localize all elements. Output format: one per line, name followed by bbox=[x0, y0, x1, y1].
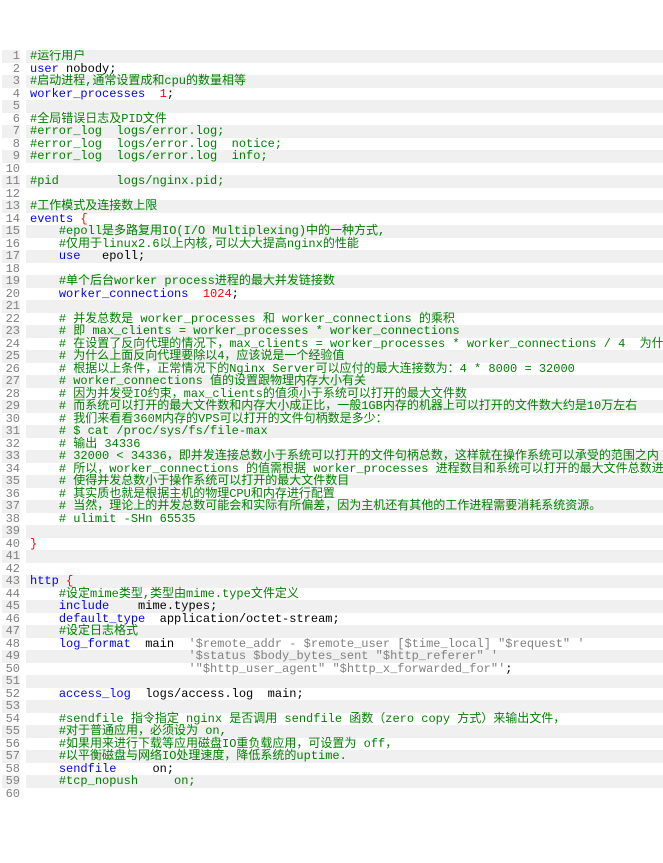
line-number: 9 bbox=[2, 150, 20, 163]
code-line[interactable]: } bbox=[26, 538, 663, 551]
token bbox=[253, 687, 267, 701]
token bbox=[145, 612, 159, 626]
token: worker_processes bbox=[30, 87, 145, 101]
line-number: 45 bbox=[2, 600, 20, 613]
token: ; bbox=[167, 87, 174, 101]
token: worker_connections bbox=[59, 287, 189, 301]
line-number: 31 bbox=[2, 425, 20, 438]
token: '"$http_user_agent" "$http_x_forwarded_f… bbox=[188, 662, 505, 676]
token: ; bbox=[232, 287, 239, 301]
line-number: 29 bbox=[2, 400, 20, 413]
token bbox=[131, 687, 145, 701]
line-number: 39 bbox=[2, 525, 20, 538]
code-line[interactable]: #error_log logs/error.log info; bbox=[26, 150, 663, 163]
token: 1024 bbox=[203, 287, 232, 301]
code-line[interactable]: #tcp_nopush on; bbox=[26, 775, 663, 788]
line-number: 5 bbox=[2, 100, 20, 113]
line-number: 49 bbox=[2, 650, 20, 663]
token: use bbox=[59, 249, 81, 263]
token: # ulimit -SHn 65535 bbox=[59, 512, 196, 526]
line-number: 53 bbox=[2, 700, 20, 713]
line-number: 43 bbox=[2, 575, 20, 588]
code-line[interactable] bbox=[26, 563, 663, 576]
code-line[interactable]: worker_connections 1024; bbox=[26, 288, 663, 301]
token: epoll bbox=[102, 249, 138, 263]
line-number: 58 bbox=[2, 763, 20, 776]
line-number: 21 bbox=[2, 300, 20, 313]
line-number: 23 bbox=[2, 325, 20, 338]
token: ; bbox=[138, 249, 145, 263]
code-line[interactable]: worker_processes 1; bbox=[26, 88, 663, 101]
token: ; bbox=[296, 687, 303, 701]
line-number: 7 bbox=[2, 125, 20, 138]
token: #tcp_nopush on; bbox=[59, 774, 196, 788]
code-line[interactable] bbox=[26, 788, 663, 801]
token bbox=[30, 662, 188, 676]
token: #error_log logs/error.log info; bbox=[30, 149, 268, 163]
token bbox=[145, 87, 159, 101]
token: #pid logs/nginx.pid; bbox=[30, 174, 224, 188]
code-area[interactable]: #运行用户user nobody;#启动进程,通常设置成和cpu的数量相等wor… bbox=[26, 50, 663, 800]
line-number: 15 bbox=[2, 225, 20, 238]
code-line[interactable]: # ulimit -SHn 65535 bbox=[26, 513, 663, 526]
code-line[interactable]: '"$http_user_agent" "$http_x_forwarded_f… bbox=[26, 663, 663, 676]
line-number: 11 bbox=[2, 175, 20, 188]
token bbox=[80, 249, 102, 263]
line-number: 1 bbox=[2, 50, 20, 63]
token: logs/access.log bbox=[145, 687, 253, 701]
token: ; bbox=[332, 612, 339, 626]
code-line[interactable]: #工作模式及连接数上限 bbox=[26, 200, 663, 213]
line-number: 60 bbox=[2, 788, 20, 801]
line-number: 55 bbox=[2, 725, 20, 738]
line-number: 3 bbox=[2, 75, 20, 88]
token: 1 bbox=[160, 87, 167, 101]
code-editor[interactable]: 1234567891011121314151617181920212223242… bbox=[0, 50, 663, 800]
code-line[interactable] bbox=[26, 550, 663, 563]
line-number: 47 bbox=[2, 625, 20, 638]
line-number: 13 bbox=[2, 200, 20, 213]
code-line[interactable]: #运行用户 bbox=[26, 50, 663, 63]
line-number: 35 bbox=[2, 475, 20, 488]
token bbox=[30, 774, 59, 788]
code-line[interactable]: #pid logs/nginx.pid; bbox=[26, 175, 663, 188]
token: access_log bbox=[59, 687, 131, 701]
line-number: 57 bbox=[2, 750, 20, 763]
code-line[interactable]: access_log logs/access.log main; bbox=[26, 688, 663, 701]
line-number: 27 bbox=[2, 375, 20, 388]
token bbox=[188, 287, 202, 301]
line-number: 33 bbox=[2, 450, 20, 463]
code-line[interactable]: use epoll; bbox=[26, 250, 663, 263]
line-number: 25 bbox=[2, 350, 20, 363]
token bbox=[30, 249, 59, 263]
line-number-gutter: 1234567891011121314151617181920212223242… bbox=[0, 50, 26, 800]
code-line[interactable] bbox=[26, 525, 663, 538]
token: ; bbox=[505, 662, 512, 676]
token: main bbox=[268, 687, 297, 701]
line-number: 37 bbox=[2, 500, 20, 513]
line-number: 51 bbox=[2, 675, 20, 688]
token: application/octet-stream bbox=[160, 612, 333, 626]
line-number: 59 bbox=[2, 775, 20, 788]
line-number: 41 bbox=[2, 550, 20, 563]
line-number: 19 bbox=[2, 275, 20, 288]
line-number: 17 bbox=[2, 250, 20, 263]
